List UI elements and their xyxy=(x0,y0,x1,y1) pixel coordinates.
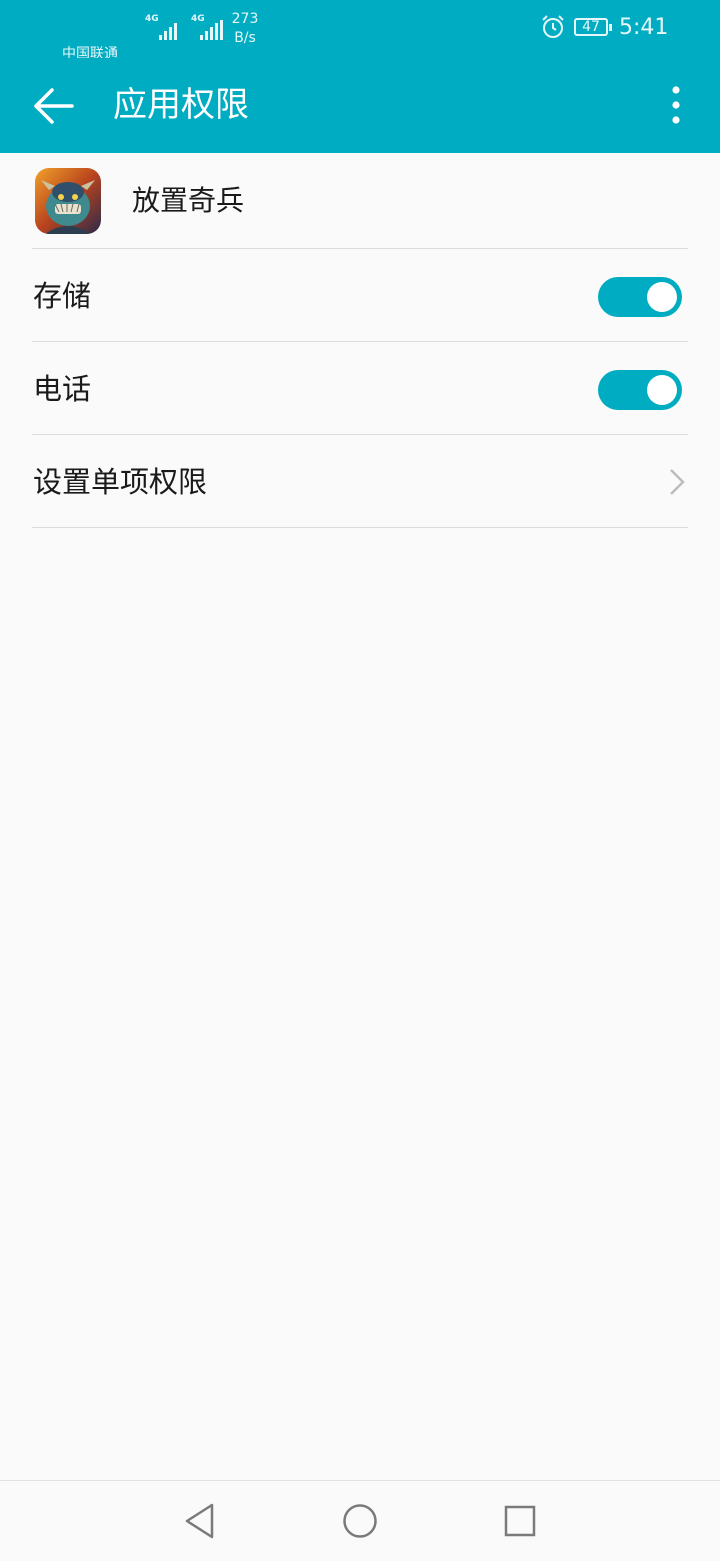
arrow-left-icon[interactable] xyxy=(30,84,78,128)
app-bar: 应用权限 xyxy=(0,58,720,153)
recents-square-icon[interactable] xyxy=(498,1499,542,1543)
chevron-right-icon xyxy=(670,469,685,495)
battery-level: 47 xyxy=(582,19,600,35)
app-header-row: 放置奇兵 xyxy=(0,153,720,248)
permission-row-storage[interactable]: 存储 xyxy=(0,249,720,342)
more-vertical-icon[interactable] xyxy=(660,84,692,128)
toggle-knob xyxy=(647,282,677,312)
page-title: 应用权限 xyxy=(113,85,249,125)
speed-unit: B/s xyxy=(234,30,256,46)
toggle-knob xyxy=(647,375,677,405)
permission-list: 放置奇兵 存储 电话 设置单项权限 xyxy=(0,153,720,528)
signal-indicators: 4G 4G xyxy=(145,14,223,40)
navigation-bar xyxy=(0,1480,720,1561)
game-app-icon xyxy=(35,168,101,234)
clock: 5:41 xyxy=(619,15,669,40)
permission-label: 电话 xyxy=(33,372,92,406)
individual-permissions-row[interactable]: 设置单项权限 xyxy=(0,435,720,528)
permission-row-phone[interactable]: 电话 xyxy=(0,342,720,435)
divider xyxy=(32,527,688,528)
speed-value: 273 xyxy=(231,11,259,27)
app-name: 放置奇兵 xyxy=(132,184,245,217)
home-circle-icon[interactable] xyxy=(338,1499,382,1543)
back-triangle-icon[interactable] xyxy=(178,1499,222,1543)
battery-icon: 47 xyxy=(574,18,612,36)
signal-strength-icon: 4G xyxy=(145,14,177,40)
signal-strength-icon: 4G xyxy=(191,14,223,40)
permission-label: 存储 xyxy=(33,279,92,313)
storage-toggle[interactable] xyxy=(598,277,682,317)
network-speed: 273 B/s xyxy=(230,10,260,48)
status-bar: 中国联通 中国移动HD 4G 4G 273 B/s 47 5:41 xyxy=(0,0,720,155)
phone-toggle[interactable] xyxy=(598,370,682,410)
individual-permissions-label: 设置单项权限 xyxy=(33,465,208,499)
network-type-1: 4G xyxy=(145,14,159,24)
alarm-icon xyxy=(542,15,564,38)
